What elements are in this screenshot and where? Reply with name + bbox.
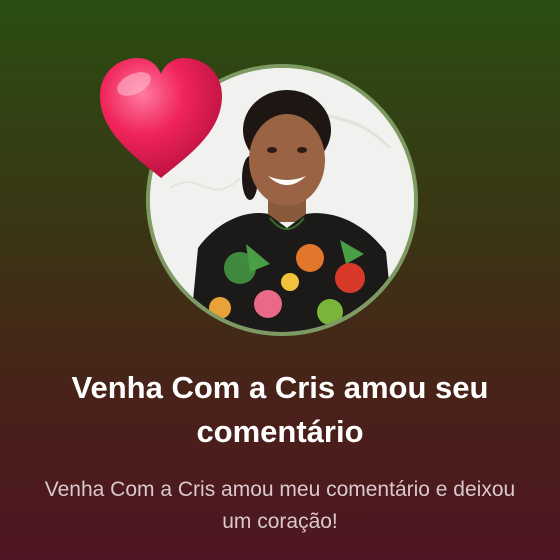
notification-title: Venha Com a Cris amou seu comentário [71, 370, 489, 449]
notification-message: Venha Com a Cris amou meu comentário e d… [44, 478, 516, 533]
heart-icon [94, 52, 228, 182]
notification-card: Venha Com a Cris amou seu comentário Ven… [0, 0, 560, 560]
